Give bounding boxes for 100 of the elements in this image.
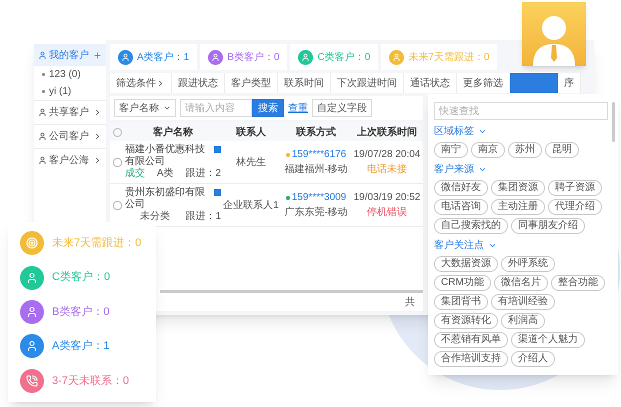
checkbox[interactable] [113, 158, 122, 166]
stat-label: A类客户：1 [52, 338, 110, 354]
column-header: 联系人 [234, 126, 267, 140]
contact-name: 林先生 [235, 156, 267, 170]
sidebar-item[interactable]: 我的客户 [34, 44, 106, 66]
tag-chip[interactable]: 介绍人 [511, 351, 555, 367]
tag-chip[interactable]: 不惹销有风单 [434, 332, 508, 348]
stat-label: B类客户：0 [52, 304, 110, 320]
contact-time: 19/07/28 20:04 [354, 148, 420, 162]
bullet-icon [42, 73, 45, 76]
tag-chip[interactable]: 聘子资源 [548, 180, 602, 196]
field-select[interactable]: 客户名称 [114, 99, 176, 117]
custom-field-button[interactable]: 自定义字段 [312, 99, 372, 117]
chevron-down-icon [478, 127, 487, 136]
sidebar-label: 共享客户 [49, 106, 90, 120]
tag-chip[interactable]: 主动注册 [491, 199, 545, 215]
user-icon [26, 340, 38, 352]
chevron-right-icon [93, 156, 102, 165]
tag-chip[interactable]: 利润高 [501, 313, 545, 329]
tag-chip[interactable]: 南京 [471, 142, 505, 158]
phone-region: 广东东莞-移动 [284, 206, 348, 220]
phone-number[interactable]: 159****6176 [292, 147, 346, 162]
tag-chip[interactable]: 苏州 [508, 142, 542, 158]
sidebar-item[interactable]: 客户公海 [34, 148, 106, 172]
section-header[interactable]: 客户关注点 [434, 238, 497, 253]
filter-tab[interactable]: 客户类型 [225, 73, 278, 93]
sidebar-label: 客户公海 [49, 154, 90, 168]
tag-chip[interactable]: 合作培训支持 [434, 351, 508, 367]
contact-name: 企业联系人1 [222, 198, 280, 212]
tag-chip[interactable]: 微信好友 [434, 180, 488, 196]
target-icon [26, 237, 38, 250]
sidebar-item[interactable]: 123 (0) [34, 66, 106, 83]
stat-label: 3-7天未联系：0 [52, 374, 130, 388]
tag-chip[interactable]: 昆明 [545, 142, 579, 158]
caret-icon [163, 104, 171, 112]
user-icon [38, 132, 47, 141]
filter-tab[interactable]: 下次跟进时间 [331, 73, 404, 93]
filter-tab[interactable]: 序 [558, 73, 581, 93]
stat-label: 未来7天需跟进：0 [408, 50, 490, 64]
scrollbar [612, 102, 615, 142]
tag-chip[interactable]: CRM功能 [434, 275, 491, 291]
company-name[interactable]: 福建小番优惠科技有限公司 [125, 144, 210, 168]
quick-search-field[interactable]: 快速查找 [434, 102, 608, 120]
chevron-right-icon [93, 132, 102, 141]
user-icon [38, 156, 47, 165]
sidebar-label: 123 (0) [49, 68, 81, 82]
search-field[interactable]: 请输入内容 [180, 99, 252, 117]
tag-chip[interactable]: 南宁 [434, 142, 468, 158]
tag-chip[interactable]: 渠道个人魅力 [511, 332, 585, 348]
tag-chip[interactable]: 代理介绍 [548, 199, 602, 215]
tag-chip[interactable]: 集团资源 [491, 180, 545, 196]
chevron-down-icon [478, 165, 487, 174]
type-text: 未分类 [140, 211, 170, 223]
chevron-down-icon [488, 241, 497, 250]
sidebar-item[interactable]: yi (1) [34, 83, 106, 100]
column-header: 客户名称 [152, 125, 194, 140]
add-icon[interactable] [93, 50, 102, 60]
sidebar-label: yi (1) [49, 85, 72, 99]
filter-tab[interactable]: 联系时间 [278, 73, 331, 93]
search-button[interactable]: 搜索 [252, 99, 284, 117]
checkbox[interactable] [113, 200, 122, 210]
tag-chip[interactable]: 有培训经验 [491, 294, 555, 310]
filter-tab-active[interactable] [510, 73, 558, 93]
sidebar-item[interactable]: 公司客户 [34, 124, 106, 148]
company-name[interactable]: 贵州东初盛印有限公司 [125, 187, 210, 211]
phone-number[interactable]: 159****3009 [292, 190, 346, 205]
filter-tab[interactable]: 筛选条件 [110, 73, 172, 93]
stat-label: C类客户：0 [317, 50, 370, 64]
filter-tab[interactable]: 通话状态 [404, 73, 457, 93]
tag-chip[interactable]: 集团背书 [434, 294, 488, 310]
stat-tab[interactable]: A类客户：1 [110, 44, 198, 70]
sidebar-item[interactable]: 共享客户 [34, 100, 106, 124]
stat-label: 未来7天需跟进：0 [52, 236, 142, 251]
call-status: 电话未接 [367, 162, 407, 177]
tag-chip[interactable]: 微信名片 [494, 275, 548, 291]
contact-time: 19/03/19 20:52 [354, 191, 420, 205]
tag-chip[interactable]: 自己搜索找的 [434, 218, 508, 234]
card-icon [214, 146, 221, 153]
tag-chip[interactable]: 同事朋友介绍 [511, 218, 585, 234]
user-icon [26, 306, 38, 318]
section-header[interactable]: 客户来源 [434, 162, 487, 177]
tag-chip[interactable]: 电话咨询 [434, 199, 488, 215]
phone-region: 福建福州-移动 [284, 162, 348, 177]
filter-tab[interactable]: 跟进状态 [172, 73, 225, 93]
user-icon [38, 50, 47, 60]
phone-icon [26, 374, 38, 387]
sidebar-label: 公司客户 [49, 130, 90, 144]
user-icon [38, 108, 47, 117]
tag-chip[interactable]: 有资源转化 [434, 313, 498, 329]
dedupe-link[interactable]: 查重 [288, 100, 308, 116]
total-label: 共 [405, 296, 415, 310]
tag-chip[interactable]: 整合功能 [550, 275, 605, 291]
call-status: 停机错误 [367, 206, 407, 220]
type-text: A类 [156, 168, 174, 180]
checkbox[interactable] [113, 128, 122, 136]
section-header[interactable]: 区域标签 [434, 124, 487, 139]
tag-chip[interactable]: 大数据资源 [434, 256, 498, 272]
tag-chip[interactable]: 外呼系统 [501, 256, 555, 272]
user-icon [26, 272, 38, 284]
follow-count: 跟进：1 [185, 211, 221, 223]
